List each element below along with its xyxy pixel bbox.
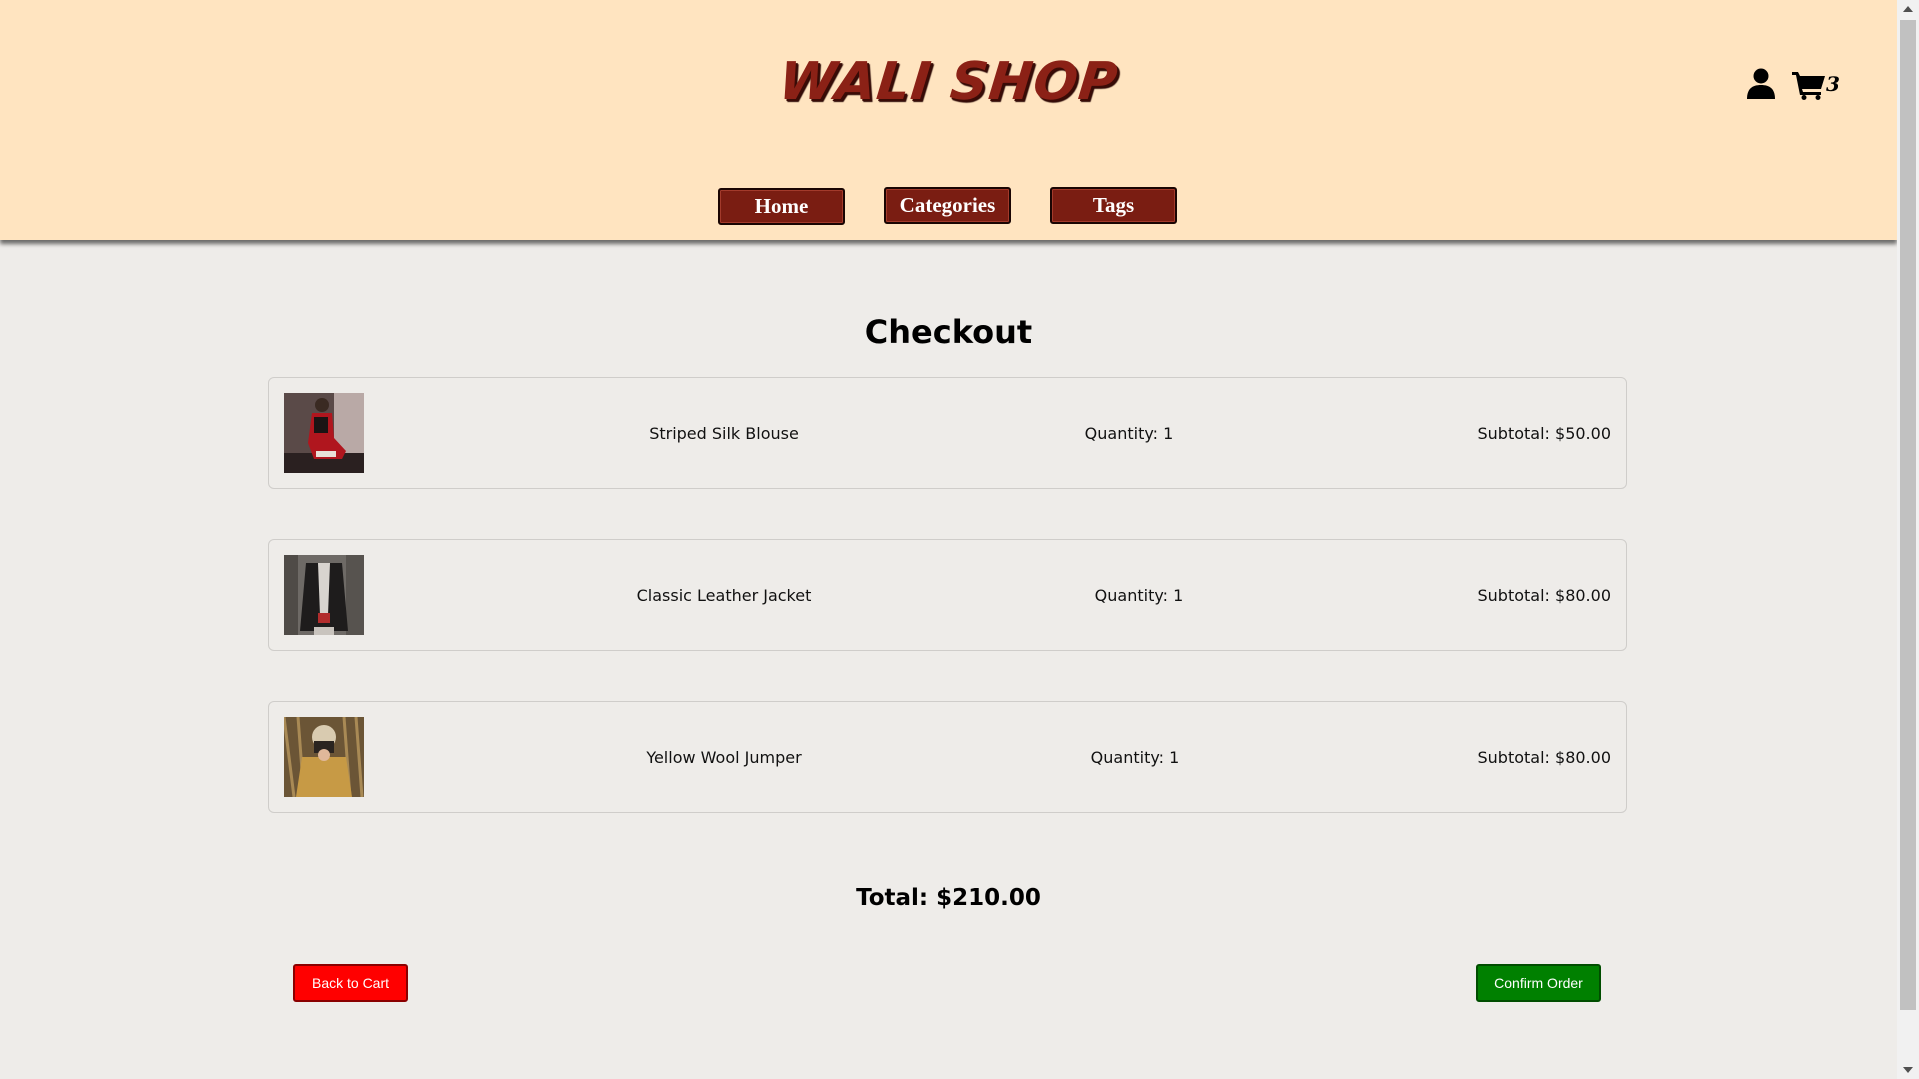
item-name: Striped Silk Blouse xyxy=(649,423,799,443)
site-logo[interactable]: WALI SHOP xyxy=(0,52,1900,112)
cart-button[interactable]: 3 xyxy=(1792,68,1842,102)
scroll-up-arrow-icon[interactable] xyxy=(1897,0,1919,18)
confirm-order-button[interactable]: Confirm Order xyxy=(1476,964,1601,1002)
product-image xyxy=(284,393,364,473)
site-header: WALI SHOP 3 Home Categories Tags xyxy=(0,0,1897,240)
item-quantity: Quantity: 1 xyxy=(1094,585,1184,605)
item-quantity: Quantity: 1 xyxy=(1090,747,1180,767)
scrollbar-thumb[interactable] xyxy=(1900,20,1916,1010)
checkout-item: Striped Silk Blouse Quantity: 1 Subtotal… xyxy=(268,377,1627,489)
vertical-scrollbar[interactable] xyxy=(1897,0,1919,1079)
item-name: Yellow Wool Jumper xyxy=(646,747,802,767)
product-image xyxy=(284,555,364,635)
user-icon[interactable] xyxy=(1746,68,1776,100)
page-title: Checkout xyxy=(864,313,1033,351)
checkout-item: Classic Leather Jacket Quantity: 1 Subto… xyxy=(268,539,1627,651)
item-quantity: Quantity: 1 xyxy=(1084,423,1174,443)
scroll-down-arrow-icon[interactable] xyxy=(1897,1061,1919,1079)
back-to-cart-button[interactable]: Back to Cart xyxy=(293,964,408,1002)
item-subtotal: Subtotal: $80.00 xyxy=(1477,747,1612,767)
nav-categories-button[interactable]: Categories xyxy=(884,187,1011,224)
item-name: Classic Leather Jacket xyxy=(636,585,812,605)
cart-count-badge: 3 xyxy=(1826,72,1840,96)
nav-home-button[interactable]: Home xyxy=(718,188,845,225)
item-subtotal: Subtotal: $80.00 xyxy=(1477,585,1612,605)
checkout-item: Yellow Wool Jumper Quantity: 1 Subtotal:… xyxy=(268,701,1627,813)
nav-tags-button[interactable]: Tags xyxy=(1050,187,1177,224)
item-subtotal: Subtotal: $50.00 xyxy=(1477,423,1612,443)
product-image xyxy=(284,717,364,797)
shopping-cart-icon xyxy=(1792,72,1825,100)
order-total: Total: $210.00 xyxy=(856,885,1041,911)
